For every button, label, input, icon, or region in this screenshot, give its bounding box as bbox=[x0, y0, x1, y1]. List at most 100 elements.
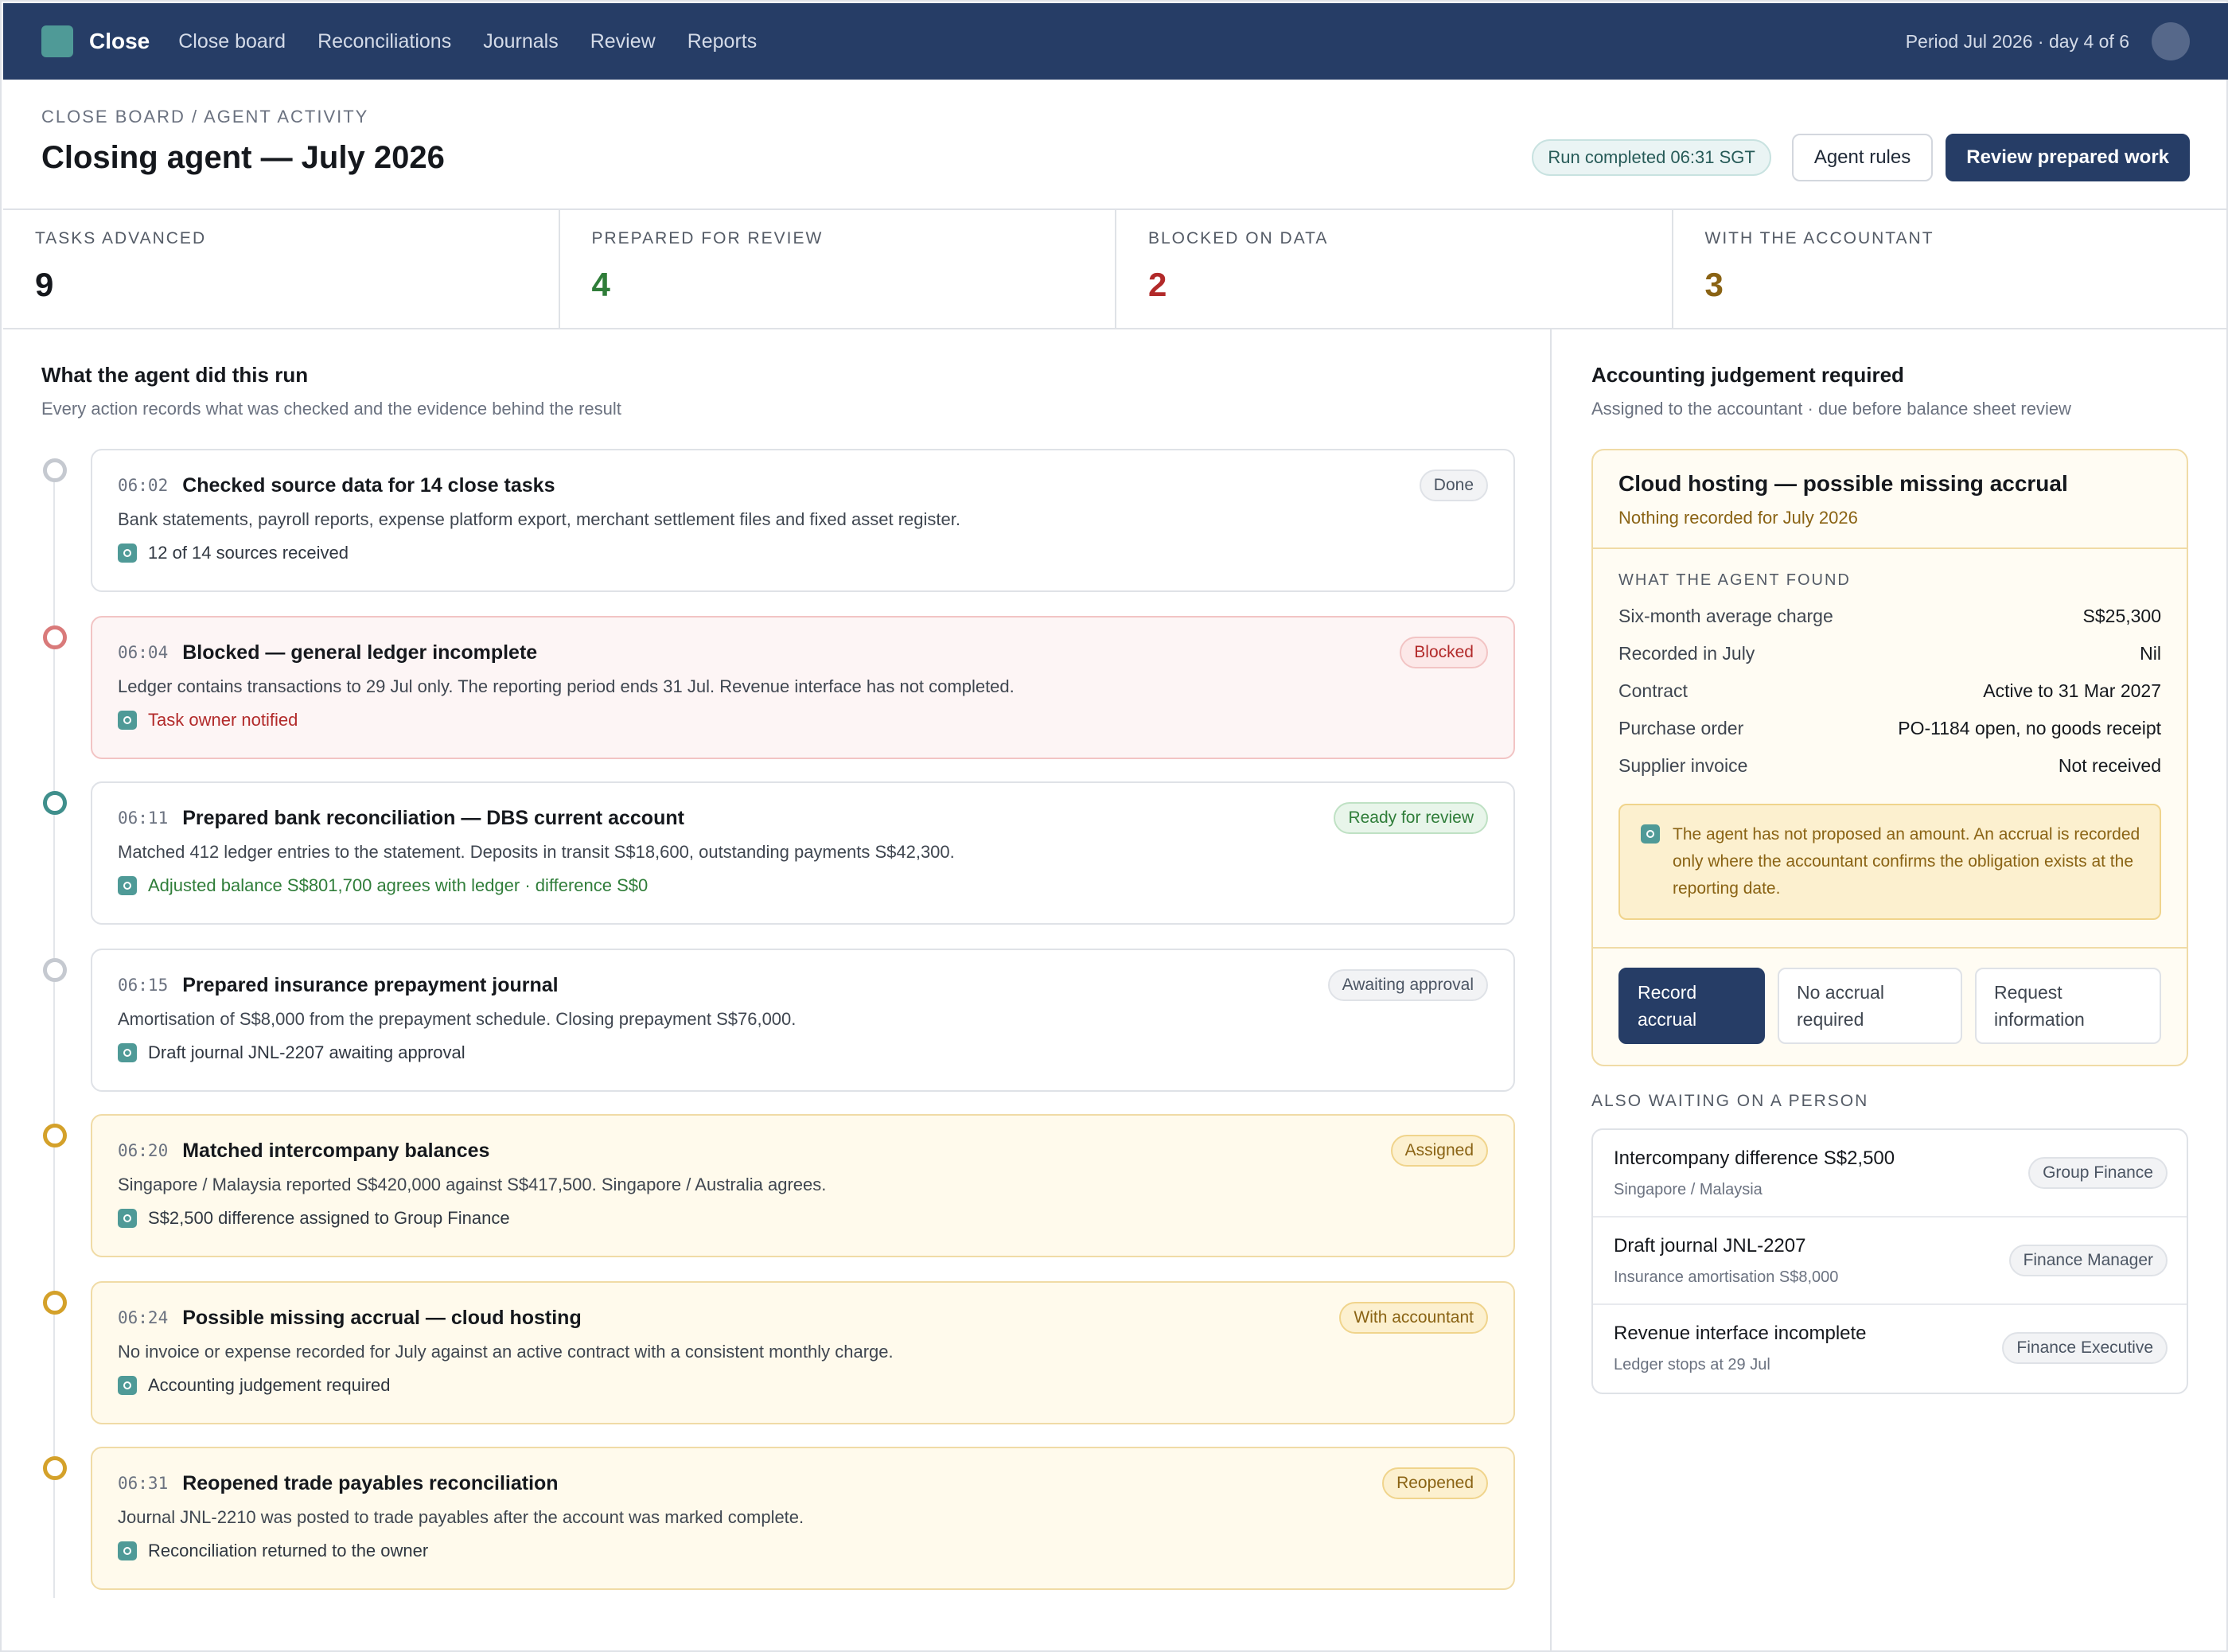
owner-badge: Finance Executive bbox=[2002, 1332, 2168, 1364]
activity-evidence: Task owner notified bbox=[118, 710, 1488, 731]
found-row: Six-month average charge S$25,300 bbox=[1618, 598, 2161, 635]
activity-title: Reopened trade payables reconciliation bbox=[182, 1471, 559, 1494]
found-row: Purchase order PO-1184 open, no goods re… bbox=[1618, 710, 2161, 747]
agent-rules-button[interactable]: Agent rules bbox=[1791, 134, 1934, 181]
judgement-title: Accounting judgement required bbox=[1591, 363, 1904, 387]
activity-title: What the agent did this run bbox=[41, 363, 309, 387]
stat-label: TASKS ADVANCED bbox=[35, 229, 207, 247]
stat-label: WITH THE ACCOUNTANT bbox=[1704, 229, 1934, 247]
nav-link-reports[interactable]: Reports bbox=[687, 30, 758, 53]
timeline-dot-icon bbox=[43, 458, 67, 482]
evidence-text: Reconciliation returned to the owner bbox=[148, 1541, 429, 1560]
request-information-button[interactable]: Request information bbox=[1975, 968, 2161, 1044]
activity-title: Prepared bank reconciliation — DBS curre… bbox=[182, 806, 684, 829]
app-logo-icon bbox=[41, 25, 73, 57]
activity-card[interactable]: 06:24 Possible missing accrual — cloud h… bbox=[91, 1281, 1515, 1424]
judgement-card-title: Cloud hosting — possible missing accrual bbox=[1618, 471, 2068, 496]
stat-value: 3 bbox=[1704, 266, 1724, 303]
found-key: Supplier invoice bbox=[1618, 755, 1748, 776]
page-header: CLOSE BOARD / AGENT ACTIVITY Closing age… bbox=[3, 80, 2228, 210]
activity-time: 06:04 bbox=[118, 643, 169, 662]
evidence-text: 12 of 14 sources received bbox=[148, 543, 349, 563]
nav-link-reconciliations[interactable]: Reconciliations bbox=[317, 30, 451, 53]
review-prepared-work-button[interactable]: Review prepared work bbox=[1946, 134, 2190, 181]
activity-card[interactable]: 06:02 Checked source data for 14 close t… bbox=[91, 449, 1515, 592]
activity-card[interactable]: 06:11 Prepared bank reconciliation — DBS… bbox=[91, 781, 1515, 925]
activity-card[interactable]: 06:20 Matched intercompany balances Assi… bbox=[91, 1114, 1515, 1257]
status-badge: Ready for review bbox=[1334, 802, 1488, 834]
timeline-dot-icon bbox=[43, 625, 67, 649]
stat-value: 2 bbox=[1148, 266, 1167, 303]
found-label: WHAT THE AGENT FOUND bbox=[1618, 571, 1851, 589]
list-item[interactable]: Draft journal JNL-2207 Insurance amortis… bbox=[1593, 1218, 2187, 1305]
found-value: PO-1184 open, no goods receipt bbox=[1898, 718, 2161, 738]
activity-item: 06:24 Possible missing accrual — cloud h… bbox=[3, 1281, 1552, 1424]
evidence-icon bbox=[118, 1209, 137, 1228]
found-value: Active to 31 Mar 2027 bbox=[1983, 680, 2161, 701]
found-key: Six-month average charge bbox=[1618, 606, 1833, 626]
nav-link-review[interactable]: Review bbox=[590, 30, 656, 53]
activity-description: Matched 412 ledger entries to the statem… bbox=[118, 842, 955, 862]
found-value: S$25,300 bbox=[2082, 606, 2161, 626]
list-item[interactable]: Revenue interface incomplete Ledger stop… bbox=[1593, 1305, 2187, 1393]
timeline-dot-icon bbox=[43, 1124, 67, 1147]
activity-card[interactable]: 06:15 Prepared insurance prepayment jour… bbox=[91, 949, 1515, 1092]
timeline-dot-icon bbox=[43, 958, 67, 982]
stat-value: 4 bbox=[591, 266, 610, 303]
owner-badge: Finance Manager bbox=[2008, 1245, 2168, 1276]
activity-time: 06:31 bbox=[118, 1474, 169, 1493]
agent-note: The agent has not proposed an amount. An… bbox=[1618, 804, 2161, 920]
status-badge: Assigned bbox=[1390, 1135, 1488, 1167]
activity-description: Amortisation of S$8,000 from the prepaym… bbox=[118, 1009, 797, 1029]
activity-description: Journal JNL-2210 was posted to trade pay… bbox=[118, 1507, 804, 1527]
list-item[interactable]: Intercompany difference S$2,500 Singapor… bbox=[1593, 1130, 2187, 1218]
evidence-icon bbox=[118, 544, 137, 563]
also-waiting-label: ALSO WAITING ON A PERSON bbox=[1591, 1092, 1869, 1110]
nav-link-close-board[interactable]: Close board bbox=[178, 30, 286, 53]
stat-tasks-advanced: TASKS ADVANCED 9 bbox=[3, 210, 560, 328]
owner-badge: Group Finance bbox=[2028, 1157, 2168, 1189]
breadcrumb: CLOSE BOARD / AGENT ACTIVITY bbox=[41, 107, 369, 127]
activity-item: 06:04 Blocked — general ledger incomplet… bbox=[3, 616, 1552, 759]
status-badge: With accountant bbox=[1339, 1302, 1488, 1334]
activity-time: 06:11 bbox=[118, 808, 169, 828]
user-avatar[interactable] bbox=[2152, 22, 2190, 60]
status-badge: Blocked bbox=[1400, 637, 1488, 668]
record-accrual-button[interactable]: Record accrual bbox=[1618, 968, 1765, 1044]
top-nav: Close Close board Reconciliations Journa… bbox=[3, 3, 2228, 80]
status-badge: Done bbox=[1419, 469, 1488, 501]
activity-title: Possible missing accrual — cloud hosting bbox=[182, 1306, 582, 1329]
activity-evidence: Draft journal JNL-2207 awaiting approval bbox=[118, 1042, 1488, 1063]
found-key: Contract bbox=[1618, 680, 1688, 701]
activity-item: 06:02 Checked source data for 14 close t… bbox=[3, 449, 1552, 592]
activity-card[interactable]: 06:31 Reopened trade payables reconcilia… bbox=[91, 1447, 1515, 1590]
found-row: Recorded in July Nil bbox=[1618, 635, 2161, 672]
judgement-actions: Record accrual No accrual required Reque… bbox=[1593, 947, 2187, 1065]
info-icon bbox=[1641, 824, 1660, 844]
nav-link-journals[interactable]: Journals bbox=[483, 30, 559, 53]
activity-item: 06:15 Prepared insurance prepayment jour… bbox=[3, 949, 1552, 1092]
evidence-text: S$2,500 difference assigned to Group Fin… bbox=[148, 1208, 510, 1228]
activity-panel: What the agent did this run Every action… bbox=[3, 329, 1552, 1652]
activity-card[interactable]: 06:04 Blocked — general ledger incomplet… bbox=[91, 616, 1515, 759]
activity-description: Ledger contains transactions to 29 Jul o… bbox=[118, 676, 1015, 696]
found-value: Nil bbox=[2140, 643, 2161, 664]
found-row: Supplier invoice Not received bbox=[1618, 747, 2161, 785]
activity-item: 06:11 Prepared bank reconciliation — DBS… bbox=[3, 781, 1552, 925]
activity-evidence: Reconciliation returned to the owner bbox=[118, 1541, 1488, 1561]
judgement-subtitle: Assigned to the accountant · due before … bbox=[1591, 399, 2071, 419]
activity-time: 06:24 bbox=[118, 1308, 169, 1327]
brand[interactable]: Close bbox=[41, 25, 150, 57]
found-row: Contract Active to 31 Mar 2027 bbox=[1618, 672, 2161, 710]
header-actions: Run completed 06:31 SGT Agent rules Revi… bbox=[1532, 134, 2190, 181]
activity-time: 06:15 bbox=[118, 976, 169, 995]
page-title: Closing agent — July 2026 bbox=[41, 140, 445, 175]
activity-title: Checked source data for 14 close tasks bbox=[182, 473, 555, 497]
activity-title: Matched intercompany balances bbox=[182, 1139, 490, 1162]
no-accrual-required-button[interactable]: No accrual required bbox=[1778, 968, 1962, 1044]
judgement-card-header: Cloud hosting — possible missing accrual… bbox=[1593, 450, 2187, 549]
activity-evidence: S$2,500 difference assigned to Group Fin… bbox=[118, 1208, 1488, 1229]
evidence-text: Draft journal JNL-2207 awaiting approval bbox=[148, 1042, 465, 1062]
stat-with-accountant: WITH THE ACCOUNTANT 3 bbox=[1673, 210, 2228, 328]
found-key: Purchase order bbox=[1618, 718, 1744, 738]
